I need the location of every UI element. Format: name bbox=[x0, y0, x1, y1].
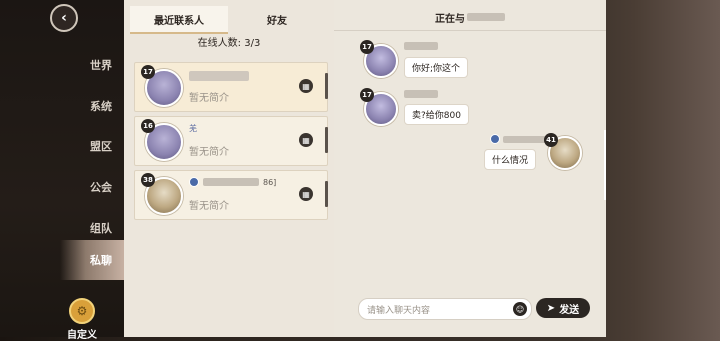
name-redacted bbox=[203, 178, 259, 186]
nav-item-world[interactable]: 世界 bbox=[60, 45, 124, 85]
card-edge bbox=[325, 73, 328, 99]
sender-name-redacted bbox=[404, 90, 438, 98]
more-menu-icon[interactable]: ▦ bbox=[299, 79, 313, 93]
level-badge: 41 bbox=[544, 133, 558, 147]
contact-name: 86] bbox=[189, 177, 276, 187]
nav-item-alliance[interactable]: 盟区 bbox=[60, 126, 124, 166]
contact-card[interactable]: 17 暂无简介 ▦ bbox=[134, 62, 328, 112]
contact-name-redacted bbox=[189, 71, 249, 81]
card-edge bbox=[325, 181, 328, 207]
tab-recent-contacts[interactable]: 最近联系人 bbox=[130, 6, 228, 34]
left-nav: ‹ 世界 系统 盟区 公会 组队 私聊 ⚙ 自定义 bbox=[0, 0, 124, 341]
contact-name: 羌 bbox=[189, 124, 197, 133]
alliance-icon bbox=[189, 177, 199, 187]
chat-header: 正在与 bbox=[334, 6, 606, 28]
nav-item-private-chat[interactable]: 私聊 bbox=[60, 240, 124, 280]
sender-name-redacted bbox=[404, 42, 438, 50]
level-badge: 17 bbox=[360, 88, 374, 102]
card-edge bbox=[325, 127, 328, 153]
nav-item-guild[interactable]: 公会 bbox=[60, 167, 124, 207]
more-menu-icon[interactable]: ▦ bbox=[299, 133, 313, 147]
send-button[interactable]: ➤ 发送 bbox=[536, 298, 590, 318]
gear-icon: ⚙ bbox=[69, 298, 95, 324]
online-count: 在线人数: 3/3 bbox=[197, 38, 261, 49]
divider bbox=[334, 30, 606, 31]
message-bubble: 什么情况 bbox=[484, 149, 537, 170]
contact-bio: 暂无简介 bbox=[189, 93, 229, 104]
contact-card[interactable]: 16 羌 暂无简介 ▦ bbox=[134, 116, 328, 166]
level-badge: 17 bbox=[360, 40, 374, 54]
self-name bbox=[490, 134, 547, 144]
message-bubble: 卖?给你800 bbox=[404, 104, 469, 125]
chevron-left-icon: ‹ bbox=[61, 10, 67, 26]
level-badge: 16 bbox=[141, 119, 155, 133]
more-menu-icon[interactable]: ▦ bbox=[299, 187, 313, 201]
send-icon: ➤ bbox=[546, 302, 556, 314]
alliance-icon bbox=[490, 134, 500, 144]
emoji-icon[interactable]: ☺ bbox=[513, 302, 527, 316]
level-badge: 17 bbox=[141, 65, 155, 79]
name-redacted bbox=[503, 135, 547, 143]
contact-bio: 暂无简介 bbox=[189, 201, 229, 212]
scrollbar[interactable] bbox=[604, 130, 606, 200]
custom-button[interactable]: ⚙ 自定义 bbox=[62, 298, 102, 341]
nav-item-system[interactable]: 系统 bbox=[60, 86, 124, 126]
level-badge: 38 bbox=[141, 173, 155, 187]
contact-bio: 暂无简介 bbox=[189, 147, 229, 158]
back-button[interactable]: ‹ bbox=[50, 4, 78, 32]
message-bubble: 你好;你这个 bbox=[404, 57, 469, 78]
chat-partner-redacted bbox=[467, 13, 505, 21]
chat-panel: 正在与 17 你好;你这个 17 卖?给你800 41 什么情况 请输入聊天内容… bbox=[334, 0, 606, 337]
chat-input[interactable]: 请输入聊天内容 ☺ bbox=[358, 298, 532, 320]
contacts-tabs: 最近联系人 好友 bbox=[124, 6, 334, 34]
tab-friends[interactable]: 好友 bbox=[228, 6, 326, 32]
contacts-panel: 最近联系人 好友 在线人数: 3/3 17 暂无简介 ▦ 16 羌 暂无简介 ▦… bbox=[124, 0, 335, 337]
input-placeholder: 请输入聊天内容 bbox=[367, 306, 431, 316]
contact-card[interactable]: 38 86] 暂无简介 ▦ bbox=[134, 170, 328, 220]
